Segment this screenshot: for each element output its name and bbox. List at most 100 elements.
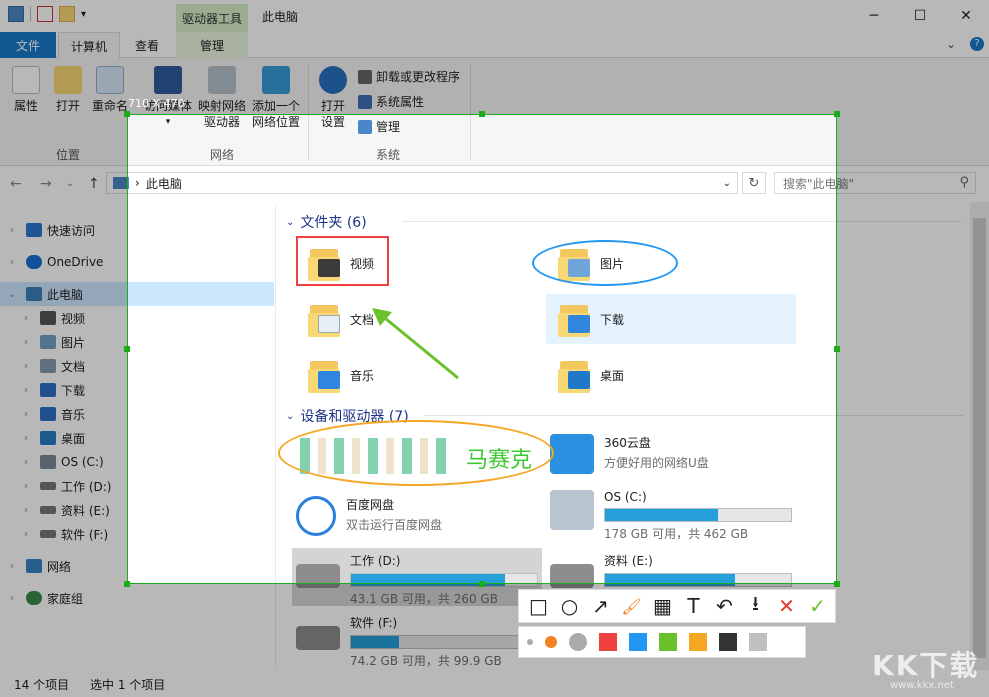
mosaic-tool-button[interactable]: ▦ bbox=[647, 591, 678, 621]
color-swatch-orange[interactable] bbox=[689, 633, 707, 651]
brush-size-small[interactable] bbox=[527, 639, 533, 645]
tab-file[interactable]: 文件 bbox=[0, 32, 56, 58]
sidebar-item-homegroup[interactable]: › 家庭组 bbox=[0, 586, 274, 610]
properties-button[interactable]: 属性 bbox=[10, 66, 42, 114]
chevron-right-icon[interactable]: › bbox=[6, 593, 18, 604]
new-folder-icon[interactable] bbox=[59, 6, 75, 22]
rename-button[interactable]: 重命名 bbox=[90, 66, 130, 114]
drive-c[interactable]: OS (C:) 178 GB 可用，共 462 GB bbox=[550, 490, 792, 542]
sidebar-item-drive-c[interactable]: › OS (C:) bbox=[0, 450, 274, 474]
help-icon[interactable]: ? bbox=[970, 37, 984, 51]
manage-button[interactable]: 管理 bbox=[358, 118, 400, 135]
maximize-button[interactable]: ☐ bbox=[897, 0, 943, 32]
folder-desktop[interactable]: 桌面 bbox=[546, 350, 796, 400]
color-swatch-black[interactable] bbox=[719, 633, 737, 651]
chevron-right-icon[interactable]: › bbox=[20, 481, 32, 492]
brush-size-medium[interactable] bbox=[545, 636, 557, 648]
resize-handle[interactable] bbox=[124, 111, 130, 117]
address-dropdown-icon[interactable]: ⌄ bbox=[723, 178, 731, 189]
chevron-right-icon[interactable]: › bbox=[20, 457, 32, 468]
color-swatch-green[interactable] bbox=[659, 633, 677, 651]
resize-handle[interactable] bbox=[124, 581, 130, 587]
sidebar-item-network[interactable]: › 网络 bbox=[0, 554, 274, 578]
brush-tool-button[interactable]: 🖌 bbox=[616, 591, 647, 621]
drive-e[interactable]: 资料 (E:) bbox=[550, 552, 792, 588]
chevron-down-icon[interactable]: ⌄ bbox=[6, 289, 18, 300]
system-properties-button[interactable]: 系统属性 bbox=[358, 93, 424, 110]
color-swatch-gray[interactable] bbox=[749, 633, 767, 651]
forward-button[interactable]: → bbox=[40, 176, 52, 192]
save-button[interactable]: ⭳ bbox=[740, 591, 771, 621]
qat-dropdown-icon[interactable]: ▾ bbox=[81, 9, 86, 20]
back-button[interactable]: ← bbox=[10, 176, 22, 192]
sidebar-item-videos[interactable]: › 视频 bbox=[0, 306, 274, 330]
drive-d[interactable]: 工作 (D:) 43.1 GB 可用，共 260 GB bbox=[292, 548, 542, 606]
drive-baidu[interactable]: 百度网盘 双击运行百度网盘 bbox=[296, 496, 442, 536]
chevron-right-icon[interactable]: › bbox=[20, 361, 32, 372]
refresh-button[interactable]: ↻ bbox=[742, 172, 766, 194]
close-button[interactable]: ✕ bbox=[943, 0, 989, 32]
chevron-right-icon[interactable]: › bbox=[6, 561, 18, 572]
sidebar-item-this-pc[interactable]: ⌄ 此电脑 bbox=[0, 282, 274, 306]
resize-handle[interactable] bbox=[124, 346, 130, 352]
text-tool-button[interactable]: T bbox=[678, 591, 709, 621]
resize-handle[interactable] bbox=[834, 346, 840, 352]
open-settings-button[interactable]: 打开 设置 bbox=[316, 66, 350, 130]
tab-manage[interactable]: 管理 bbox=[176, 32, 248, 58]
chevron-right-icon[interactable]: › bbox=[20, 409, 32, 420]
folders-section-header[interactable]: ⌄ 文件夹 (6) bbox=[286, 212, 367, 232]
color-swatch-blue[interactable] bbox=[629, 633, 647, 651]
sidebar-item-documents[interactable]: › 文档 bbox=[0, 354, 274, 378]
chevron-right-icon[interactable]: › bbox=[20, 313, 32, 324]
map-drive-label-2: 驱动器 bbox=[203, 115, 240, 129]
sidebar-item-downloads[interactable]: › 下载 bbox=[0, 378, 274, 402]
chevron-right-icon[interactable]: › bbox=[20, 505, 32, 516]
map-drive-button[interactable]: 映射网络 驱动器 bbox=[196, 66, 248, 130]
chevron-right-icon[interactable]: › bbox=[6, 225, 18, 236]
sidebar-item-desktop[interactable]: › 桌面 bbox=[0, 426, 274, 450]
collapse-ribbon-icon[interactable]: ⌄ bbox=[946, 37, 956, 51]
chevron-right-icon[interactable]: › bbox=[20, 337, 32, 348]
address-bar[interactable]: › 此电脑 ⌄ bbox=[106, 172, 738, 194]
minimize-button[interactable]: ─ bbox=[851, 0, 897, 32]
scrollbar-thumb[interactable] bbox=[973, 218, 986, 658]
brush-size-large[interactable] bbox=[569, 633, 587, 651]
cancel-button[interactable]: ✕ bbox=[771, 591, 802, 621]
properties-icon[interactable] bbox=[37, 6, 53, 22]
open-button[interactable]: 打开 bbox=[52, 66, 84, 114]
sidebar-item-onedrive[interactable]: › OneDrive bbox=[0, 250, 274, 274]
resize-handle[interactable] bbox=[479, 111, 485, 117]
sidebar-item-quick-access[interactable]: › 快速访问 bbox=[0, 218, 274, 242]
sidebar-item-drive-d[interactable]: › 工作 (D:) bbox=[0, 474, 274, 498]
sidebar-item-drive-e[interactable]: › 资料 (E:) bbox=[0, 498, 274, 522]
ellipse-tool-button[interactable]: ○ bbox=[554, 591, 585, 621]
rectangle-tool-button[interactable]: □ bbox=[523, 591, 554, 621]
tab-view[interactable]: 查看 bbox=[122, 32, 172, 58]
path-segment[interactable]: 此电脑 bbox=[146, 175, 182, 192]
uninstall-button[interactable]: 卸载或更改程序 bbox=[358, 68, 460, 85]
vertical-scrollbar[interactable] bbox=[970, 202, 989, 670]
resize-handle[interactable] bbox=[834, 581, 840, 587]
add-network-location-button[interactable]: 添加一个 网络位置 bbox=[250, 66, 302, 130]
up-button[interactable]: ↑ bbox=[88, 176, 100, 192]
undo-button[interactable]: ↶ bbox=[709, 591, 740, 621]
search-input[interactable]: 搜索"此电脑" ⚲ bbox=[774, 172, 976, 194]
chevron-right-icon[interactable]: › bbox=[20, 433, 32, 444]
chevron-right-icon[interactable]: › bbox=[20, 529, 32, 540]
computer-icon[interactable] bbox=[8, 6, 24, 22]
resize-handle[interactable] bbox=[834, 111, 840, 117]
sidebar-item-music[interactable]: › 音乐 bbox=[0, 402, 274, 426]
confirm-button[interactable]: ✓ bbox=[802, 591, 833, 621]
folder-downloads[interactable]: 下载 bbox=[546, 294, 796, 344]
drive-f[interactable]: 软件 (F:) 74.2 GB 可用，共 99.9 GB bbox=[296, 614, 538, 669]
sidebar-item-pictures[interactable]: › 图片 bbox=[0, 330, 274, 354]
tab-computer[interactable]: 计算机 bbox=[58, 32, 120, 59]
drive-360-cloud[interactable]: 360云盘 方便好用的网络U盘 bbox=[550, 434, 709, 474]
recent-locations-button[interactable]: ⌄ bbox=[66, 178, 74, 189]
chevron-right-icon[interactable]: › bbox=[6, 257, 18, 268]
arrow-tool-button[interactable]: ↗ bbox=[585, 591, 616, 621]
chevron-right-icon[interactable]: › bbox=[20, 385, 32, 396]
sidebar-item-drive-f[interactable]: › 软件 (F:) bbox=[0, 522, 274, 546]
color-swatch-red[interactable] bbox=[599, 633, 617, 651]
resize-handle[interactable] bbox=[479, 581, 485, 587]
